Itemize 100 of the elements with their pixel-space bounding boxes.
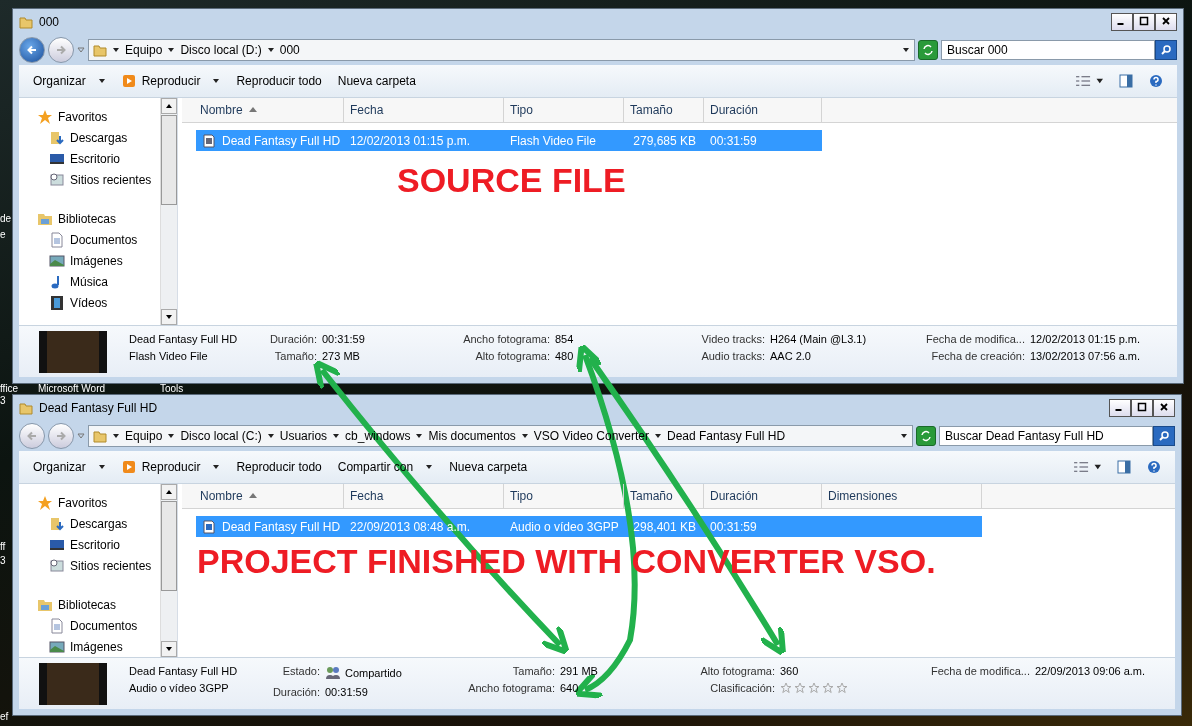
- nav-item[interactable]: Sitios recientes: [37, 555, 160, 576]
- nav-item[interactable]: Escritorio: [37, 148, 160, 169]
- column-header[interactable]: Dimensiones: [822, 484, 982, 508]
- caret-icon[interactable]: [654, 432, 662, 440]
- close-button[interactable]: [1153, 399, 1175, 417]
- nav-item[interactable]: Bibliotecas: [37, 594, 160, 615]
- nav-item[interactable]: Bibliotecas: [37, 208, 160, 229]
- search-field[interactable]: Buscar Dead Fantasy Full HD: [939, 426, 1153, 446]
- nav-item[interactable]: Imágenes: [37, 250, 160, 271]
- nav-item[interactable]: Descargas: [37, 127, 160, 148]
- nav-item[interactable]: Imágenes: [37, 636, 160, 657]
- scrollbar[interactable]: [160, 484, 177, 657]
- column-header[interactable]: Duración: [704, 98, 822, 122]
- toolbar-button[interactable]: Reproducir: [115, 71, 227, 91]
- toolbar-button[interactable]: Nueva carpeta: [331, 71, 422, 91]
- nav-item[interactable]: Documentos: [37, 229, 160, 250]
- column-header[interactable]: Tipo: [504, 484, 624, 508]
- property-label: Audio tracks:: [700, 350, 765, 362]
- close-button[interactable]: [1155, 13, 1177, 31]
- column-header[interactable]: Tamaño: [624, 98, 704, 122]
- property-value: H264 (Main @L3.1): [770, 333, 868, 345]
- search-button[interactable]: [1153, 426, 1175, 446]
- table-cell: 298,401 KB: [633, 519, 696, 534]
- caret-icon: [97, 77, 106, 85]
- caret-icon[interactable]: [167, 46, 176, 54]
- table-cell: Dead Fantasy Full HD: [222, 133, 341, 148]
- toolbar-button[interactable]: Organizar: [27, 457, 112, 477]
- nav-item[interactable]: Favoritos: [37, 106, 160, 127]
- property-label: Tamaño:: [511, 665, 555, 677]
- caret-icon[interactable]: [112, 432, 120, 440]
- breadcrumb[interactable]: Dead Fantasy Full HD: [667, 429, 786, 443]
- back-button[interactable]: [19, 37, 45, 63]
- column-header[interactable]: Nombre: [194, 98, 344, 122]
- toolbar-button[interactable]: Organizar: [27, 71, 112, 91]
- toolbar-button[interactable]: Reproducir todo: [230, 71, 328, 91]
- toolbar-button[interactable]: Reproducir: [115, 457, 227, 477]
- refresh-button[interactable]: [916, 426, 936, 446]
- breadcrumb[interactable]: Usuarios: [279, 429, 328, 443]
- nav-item[interactable]: Música: [37, 271, 160, 292]
- column-header[interactable]: Duración: [704, 484, 822, 508]
- nav-item[interactable]: Documentos: [37, 615, 160, 636]
- list-view-icon: [1075, 74, 1103, 88]
- search-field[interactable]: Buscar 000: [941, 40, 1155, 60]
- desktop-icon-label[interactable]: 3: [0, 556, 6, 566]
- rating-stars[interactable]: [780, 682, 848, 694]
- minimize-button[interactable]: [1109, 399, 1131, 417]
- recent-pages-caret-icon[interactable]: [77, 432, 85, 440]
- users-icon: [325, 665, 341, 681]
- nav-item[interactable]: Escritorio: [37, 534, 160, 555]
- desktop-icon-label[interactable]: 3: [0, 396, 6, 406]
- forward-button[interactable]: [48, 423, 74, 449]
- desktop-icon-label[interactable]: ffice: [0, 384, 19, 394]
- desktop-icon-label[interactable]: de: [0, 214, 12, 224]
- search-button[interactable]: [1155, 40, 1177, 60]
- caret-icon[interactable]: [266, 432, 275, 440]
- back-button[interactable]: [19, 423, 45, 449]
- desktop-icon-label[interactable]: Microsoft Word: [38, 384, 106, 394]
- breadcrumb[interactable]: Equipo: [125, 429, 163, 443]
- caret-icon[interactable]: [112, 46, 120, 54]
- forward-arrow-icon: [55, 430, 67, 442]
- recent-pages-caret-icon[interactable]: [77, 46, 85, 54]
- caret-icon[interactable]: [332, 432, 341, 440]
- nav-item[interactable]: Sitios recientes: [37, 169, 160, 190]
- desktop-icon-label[interactable]: e: [0, 230, 6, 240]
- toolbar-button[interactable]: Reproducir todo: [230, 457, 328, 477]
- forward-button[interactable]: [48, 37, 74, 63]
- maximize-button[interactable]: [1131, 399, 1153, 417]
- maximize-button[interactable]: [1133, 13, 1155, 31]
- maximize-icon: [1137, 402, 1147, 412]
- nav-item[interactable]: Descargas: [37, 513, 160, 534]
- breadcrumb[interactable]: Disco local (D:): [180, 43, 262, 57]
- desktop-icon-label[interactable]: Tools: [160, 384, 184, 394]
- caret-icon[interactable]: [520, 432, 529, 440]
- property-label: Ancho fotograma:: [462, 333, 550, 345]
- caret-icon[interactable]: [902, 46, 910, 54]
- toolbar-button[interactable]: Nueva carpeta: [443, 457, 534, 477]
- nav-item[interactable]: Favoritos: [37, 492, 160, 513]
- breadcrumb[interactable]: Equipo: [125, 43, 163, 57]
- picture-icon: [49, 252, 65, 269]
- column-header[interactable]: Nombre: [194, 484, 344, 508]
- document-icon: [49, 617, 65, 634]
- caret-icon[interactable]: [415, 432, 424, 440]
- column-header[interactable]: Tamaño: [624, 484, 704, 508]
- column-header[interactable]: Fecha: [344, 98, 504, 122]
- property-label: Fecha de modifica...: [929, 665, 1030, 677]
- caret-icon[interactable]: [900, 432, 908, 440]
- address-bar[interactable]: Equipo Disco local (D:) 000: [88, 39, 915, 61]
- breadcrumb[interactable]: Mis documentos: [428, 429, 516, 443]
- refresh-button[interactable]: [918, 40, 938, 60]
- desktop-icon-label[interactable]: ff: [0, 542, 6, 552]
- nav-item[interactable]: Vídeos: [37, 292, 160, 313]
- breadcrumb[interactable]: 000: [279, 43, 300, 57]
- minimize-button[interactable]: [1111, 13, 1133, 31]
- breadcrumb[interactable]: Disco local (C:): [180, 429, 262, 443]
- caret-icon[interactable]: [266, 46, 275, 54]
- column-header[interactable]: Fecha: [344, 484, 504, 508]
- scrollbar[interactable]: [160, 98, 177, 325]
- column-header[interactable]: Tipo: [504, 98, 624, 122]
- desktop-icon-label[interactable]: ef: [0, 712, 9, 722]
- caret-icon[interactable]: [167, 432, 176, 440]
